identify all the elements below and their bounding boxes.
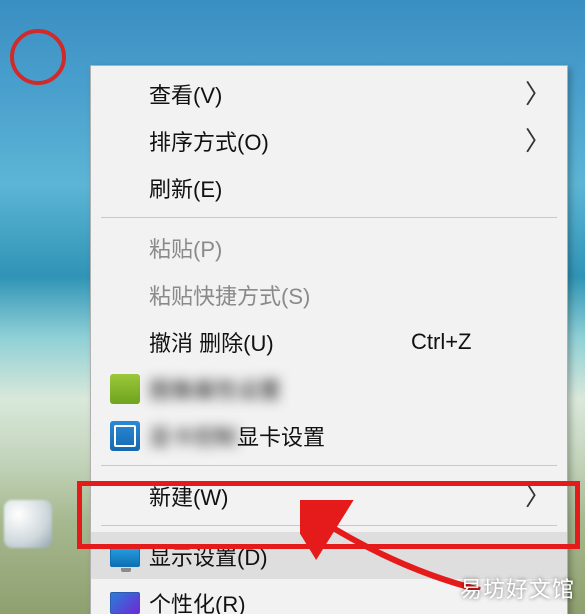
menu-item-view[interactable]: 查看(V) 〉: [91, 70, 567, 117]
menu-item-vendor-1[interactable]: 图像属性设置: [91, 365, 567, 412]
menu-label: 查看(V): [149, 78, 411, 110]
menu-item-vendor-2[interactable]: 显卡控制显卡设置: [91, 412, 567, 459]
menu-label: 粘贴快捷方式(S): [149, 279, 411, 311]
chevron-right-icon: 〉: [521, 81, 551, 107]
menu-label: 刷新(E): [149, 172, 411, 204]
annotation-circle: [10, 29, 66, 85]
menu-label: 排序方式(O): [149, 125, 411, 157]
menu-item-new[interactable]: 新建(W) 〉: [91, 472, 567, 519]
vendor-icon: [101, 421, 149, 451]
menu-label: 显示设置(D): [149, 540, 411, 572]
vendor-icon: [101, 374, 149, 404]
personalize-icon: [101, 592, 149, 614]
chevron-right-icon: 〉: [521, 483, 551, 509]
menu-separator: [101, 525, 557, 526]
menu-item-refresh[interactable]: 刷新(E): [91, 164, 567, 211]
watermark-text: 易坊好文馆: [460, 572, 575, 604]
desktop-context-menu: 查看(V) 〉 排序方式(O) 〉 刷新(E) 粘贴(P) 粘贴快捷方式(S): [90, 65, 568, 614]
monitor-icon: [101, 545, 149, 567]
menu-item-sort[interactable]: 排序方式(O) 〉: [91, 117, 567, 164]
menu-separator: [101, 465, 557, 466]
desktop-background[interactable]: 查看(V) 〉 排序方式(O) 〉 刷新(E) 粘贴(P) 粘贴快捷方式(S): [0, 0, 585, 614]
menu-label: 新建(W): [149, 480, 411, 512]
menu-item-undo-delete[interactable]: 撤消 删除(U) Ctrl+Z: [91, 318, 567, 365]
menu-label: 显卡控制显卡设置: [149, 420, 411, 452]
menu-label: 个性化(R): [149, 587, 411, 614]
menu-item-paste: 粘贴(P): [91, 224, 567, 271]
menu-separator: [101, 217, 557, 218]
desktop-shortcut-icon[interactable]: [4, 500, 52, 548]
chevron-right-icon: 〉: [521, 128, 551, 154]
menu-label: 粘贴(P): [149, 232, 411, 264]
menu-label: 图像属性设置: [149, 373, 411, 405]
menu-label: 撤消 删除(U): [149, 326, 411, 358]
menu-item-paste-shortcut: 粘贴快捷方式(S): [91, 271, 567, 318]
menu-shortcut: Ctrl+Z: [411, 329, 521, 355]
